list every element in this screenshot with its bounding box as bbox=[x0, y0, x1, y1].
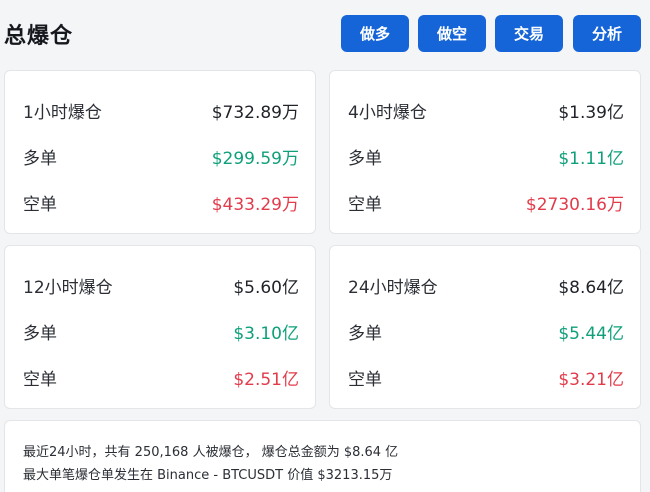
card-long-row: 多单 $299.59万 bbox=[23, 142, 299, 170]
card-total-row: 4小时爆仓 $1.39亿 bbox=[348, 96, 624, 124]
long-value: $5.44亿 bbox=[558, 323, 624, 344]
long-label: 多单 bbox=[348, 323, 382, 344]
short-label: 空单 bbox=[348, 194, 382, 215]
card-total-row: 24小时爆仓 $8.64亿 bbox=[348, 271, 624, 299]
card-total-value: $732.89万 bbox=[211, 102, 299, 123]
card-title: 24小时爆仓 bbox=[348, 277, 438, 298]
liquidation-card-24h: 24小时爆仓 $8.64亿 多单 $5.44亿 空单 $3.21亿 bbox=[329, 245, 641, 409]
short-value: $2730.16万 bbox=[525, 194, 624, 215]
card-short-row: 空单 $2730.16万 bbox=[348, 188, 624, 216]
short-value: $433.29万 bbox=[211, 194, 299, 215]
short-label: 空单 bbox=[348, 369, 382, 390]
short-label: 空单 bbox=[23, 369, 57, 390]
summary-line-largest: 最大单笔爆仓单发生在 Binance - BTCUSDT 价值 $3213.15… bbox=[23, 468, 393, 483]
short-value: $3.21亿 bbox=[558, 369, 624, 390]
card-total-value: $8.64亿 bbox=[558, 277, 624, 298]
card-total-row: 12小时爆仓 $5.60亿 bbox=[23, 271, 299, 299]
card-total-value: $1.39亿 bbox=[558, 102, 624, 123]
summary-line-total: 最近24小时，共有 250,168 人被爆仓， 爆仓总金额为 $8.64 亿 bbox=[23, 445, 399, 460]
go-short-button[interactable]: 做空 bbox=[418, 15, 486, 52]
card-title: 1小时爆仓 bbox=[23, 102, 102, 123]
card-long-row: 多单 $5.44亿 bbox=[348, 317, 624, 345]
long-value: $1.11亿 bbox=[558, 148, 624, 169]
long-label: 多单 bbox=[23, 323, 57, 344]
analysis-button[interactable]: 分析 bbox=[573, 15, 641, 52]
card-title: 4小时爆仓 bbox=[348, 102, 427, 123]
long-value: $299.59万 bbox=[211, 148, 299, 169]
liquidation-card-1h: 1小时爆仓 $732.89万 多单 $299.59万 空单 $433.29万 bbox=[4, 70, 316, 234]
go-long-button[interactable]: 做多 bbox=[341, 15, 409, 52]
page-header: 总爆仓 做多 做空 交易 分析 bbox=[0, 0, 650, 66]
page-title: 总爆仓 bbox=[4, 24, 74, 49]
card-short-row: 空单 $3.21亿 bbox=[348, 363, 624, 391]
liquidation-card-12h: 12小时爆仓 $5.60亿 多单 $3.10亿 空单 $2.51亿 bbox=[4, 245, 316, 409]
card-total-row: 1小时爆仓 $732.89万 bbox=[23, 96, 299, 124]
short-value: $2.51亿 bbox=[233, 369, 299, 390]
trade-button[interactable]: 交易 bbox=[495, 15, 563, 52]
liquidation-card-4h: 4小时爆仓 $1.39亿 多单 $1.11亿 空单 $2730.16万 bbox=[329, 70, 641, 234]
card-long-row: 多单 $3.10亿 bbox=[23, 317, 299, 345]
liquidation-summary: 最近24小时，共有 250,168 人被爆仓， 爆仓总金额为 $8.64 亿 最… bbox=[4, 420, 641, 492]
short-label: 空单 bbox=[23, 194, 57, 215]
long-value: $3.10亿 bbox=[233, 323, 299, 344]
card-short-row: 空单 $433.29万 bbox=[23, 188, 299, 216]
card-short-row: 空单 $2.51亿 bbox=[23, 363, 299, 391]
long-label: 多单 bbox=[23, 148, 57, 169]
card-total-value: $5.60亿 bbox=[233, 277, 299, 298]
card-title: 12小时爆仓 bbox=[23, 277, 113, 298]
card-long-row: 多单 $1.11亿 bbox=[348, 142, 624, 170]
long-label: 多单 bbox=[348, 148, 382, 169]
